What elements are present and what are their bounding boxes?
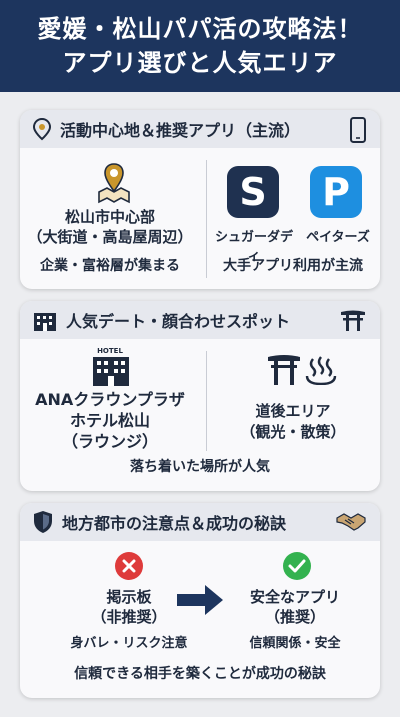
apps-note: 大手アプリ利用が主流 bbox=[223, 258, 363, 274]
area-name: 松山市中心部 bbox=[64, 208, 155, 226]
page-title-line1: 愛媛・松山パパ活の攻略法！ bbox=[37, 15, 363, 43]
success-tip: 信頼できる相手を築くことが成功の秘訣 bbox=[74, 666, 326, 682]
spot2-line2: （観光・散策） bbox=[240, 423, 346, 441]
card-title: 人気デート・顔合わせスポット bbox=[66, 312, 291, 331]
torii-icon bbox=[341, 310, 365, 331]
check-circle-icon bbox=[283, 552, 311, 580]
hotel-icon bbox=[34, 313, 56, 331]
arrow-right-icon bbox=[177, 585, 223, 615]
good-option-name: 安全なアプリ bbox=[249, 588, 340, 606]
spots-note: 落ち着いた場所が人気 bbox=[130, 459, 270, 475]
app-name-paters: ペイターズ bbox=[306, 230, 370, 245]
torii-gate-icon bbox=[268, 355, 300, 385]
good-option-note: 信頼関係・安全 bbox=[249, 636, 341, 651]
spot1-line3: （ラウンジ） bbox=[61, 432, 158, 451]
card-title-bar: 活動中心地＆推奨アプリ（主流） bbox=[20, 110, 380, 148]
paters-app-icon: P bbox=[310, 166, 362, 218]
spot1-line2: ホテル松山 bbox=[69, 411, 150, 430]
card-title-bar: 人気デート・顔合わせスポット bbox=[20, 301, 380, 339]
card-title-bar: 地方都市の注意点＆成功の秘訣 bbox=[20, 503, 380, 541]
card-title: 活動中心地＆推奨アプリ（主流） bbox=[60, 121, 301, 140]
spot2-line1: 道後エリア bbox=[255, 402, 331, 420]
sugar-daddy-app-icon: S bbox=[227, 166, 279, 218]
hot-spring-icon bbox=[305, 356, 337, 385]
hotel-sign: HOTEL bbox=[97, 347, 123, 355]
card-area-apps: 活動中心地＆推奨アプリ（主流） 松山市中心部 （大街道・高島屋周辺） 企業・富裕… bbox=[20, 110, 380, 289]
map-pin-icon bbox=[32, 117, 52, 141]
card-date-spots: 人気デート・顔合わせスポット HOTEL ANAクラウンプラザ ホテル松山 （ラ… bbox=[20, 301, 380, 491]
good-option-label: （推奨） bbox=[264, 608, 325, 626]
bad-option-note: 身バレ・リスク注意 bbox=[70, 636, 188, 651]
hotel-building-icon bbox=[93, 357, 129, 386]
shield-icon bbox=[34, 511, 52, 533]
card-title: 地方都市の注意点＆成功の秘訣 bbox=[62, 514, 287, 533]
x-circle-icon bbox=[115, 552, 143, 580]
card-tips: 地方都市の注意点＆成功の秘訣 掲示板 （非推奨） 身バレ・リスク注意 安全なアプ… bbox=[20, 503, 380, 698]
page-header: 愛媛・松山パパ活の攻略法！ アプリ選びと人気エリア bbox=[0, 0, 400, 92]
map-location-icon bbox=[98, 163, 130, 204]
page-title-line2: アプリ選びと人気エリア bbox=[62, 49, 338, 77]
area-note: 企業・富裕層が集まる bbox=[40, 258, 180, 274]
area-detail: （大街道・高島屋周辺） bbox=[27, 228, 193, 246]
handshake-icon bbox=[336, 513, 366, 531]
spot1-line1: ANAクラウンプラザ bbox=[35, 390, 185, 409]
smartphone-icon bbox=[350, 117, 366, 143]
